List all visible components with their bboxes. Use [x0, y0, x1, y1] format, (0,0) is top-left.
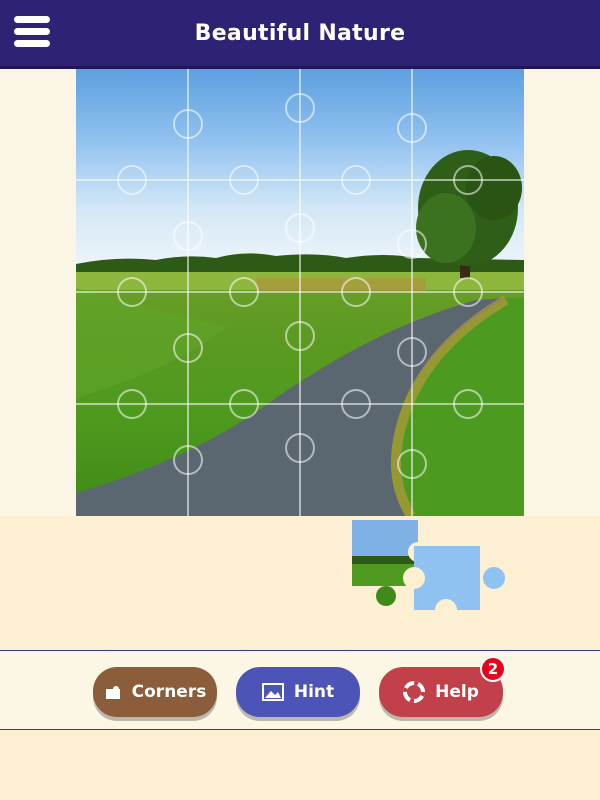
puzzle-corner-icon: [104, 683, 122, 701]
help-count-badge: 2: [480, 656, 506, 682]
hint-label: Hint: [293, 682, 335, 702]
lifebuoy-icon: [403, 681, 426, 703]
picture-icon: [261, 683, 284, 701]
corners-button[interactable]: Corners: [93, 667, 217, 717]
top-bar: Beautiful Nature: [0, 0, 600, 66]
page-title: Beautiful Nature: [194, 20, 406, 46]
loose-piece-sky[interactable]: [403, 546, 505, 621]
help-label: Help: [435, 682, 479, 702]
bottom-toolbar: Corners Hint Help: [0, 650, 600, 730]
loose-pieces: [352, 520, 505, 621]
board-area: [0, 68, 600, 516]
hamburger-menu-icon[interactable]: [14, 16, 50, 49]
piece-tray: [0, 516, 600, 650]
hint-button[interactable]: Hint: [236, 667, 360, 717]
puzzle-image-scene: [76, 68, 524, 516]
corners-label: Corners: [131, 682, 207, 702]
bottom-area: [0, 731, 600, 800]
puzzle-board[interactable]: [76, 68, 524, 516]
